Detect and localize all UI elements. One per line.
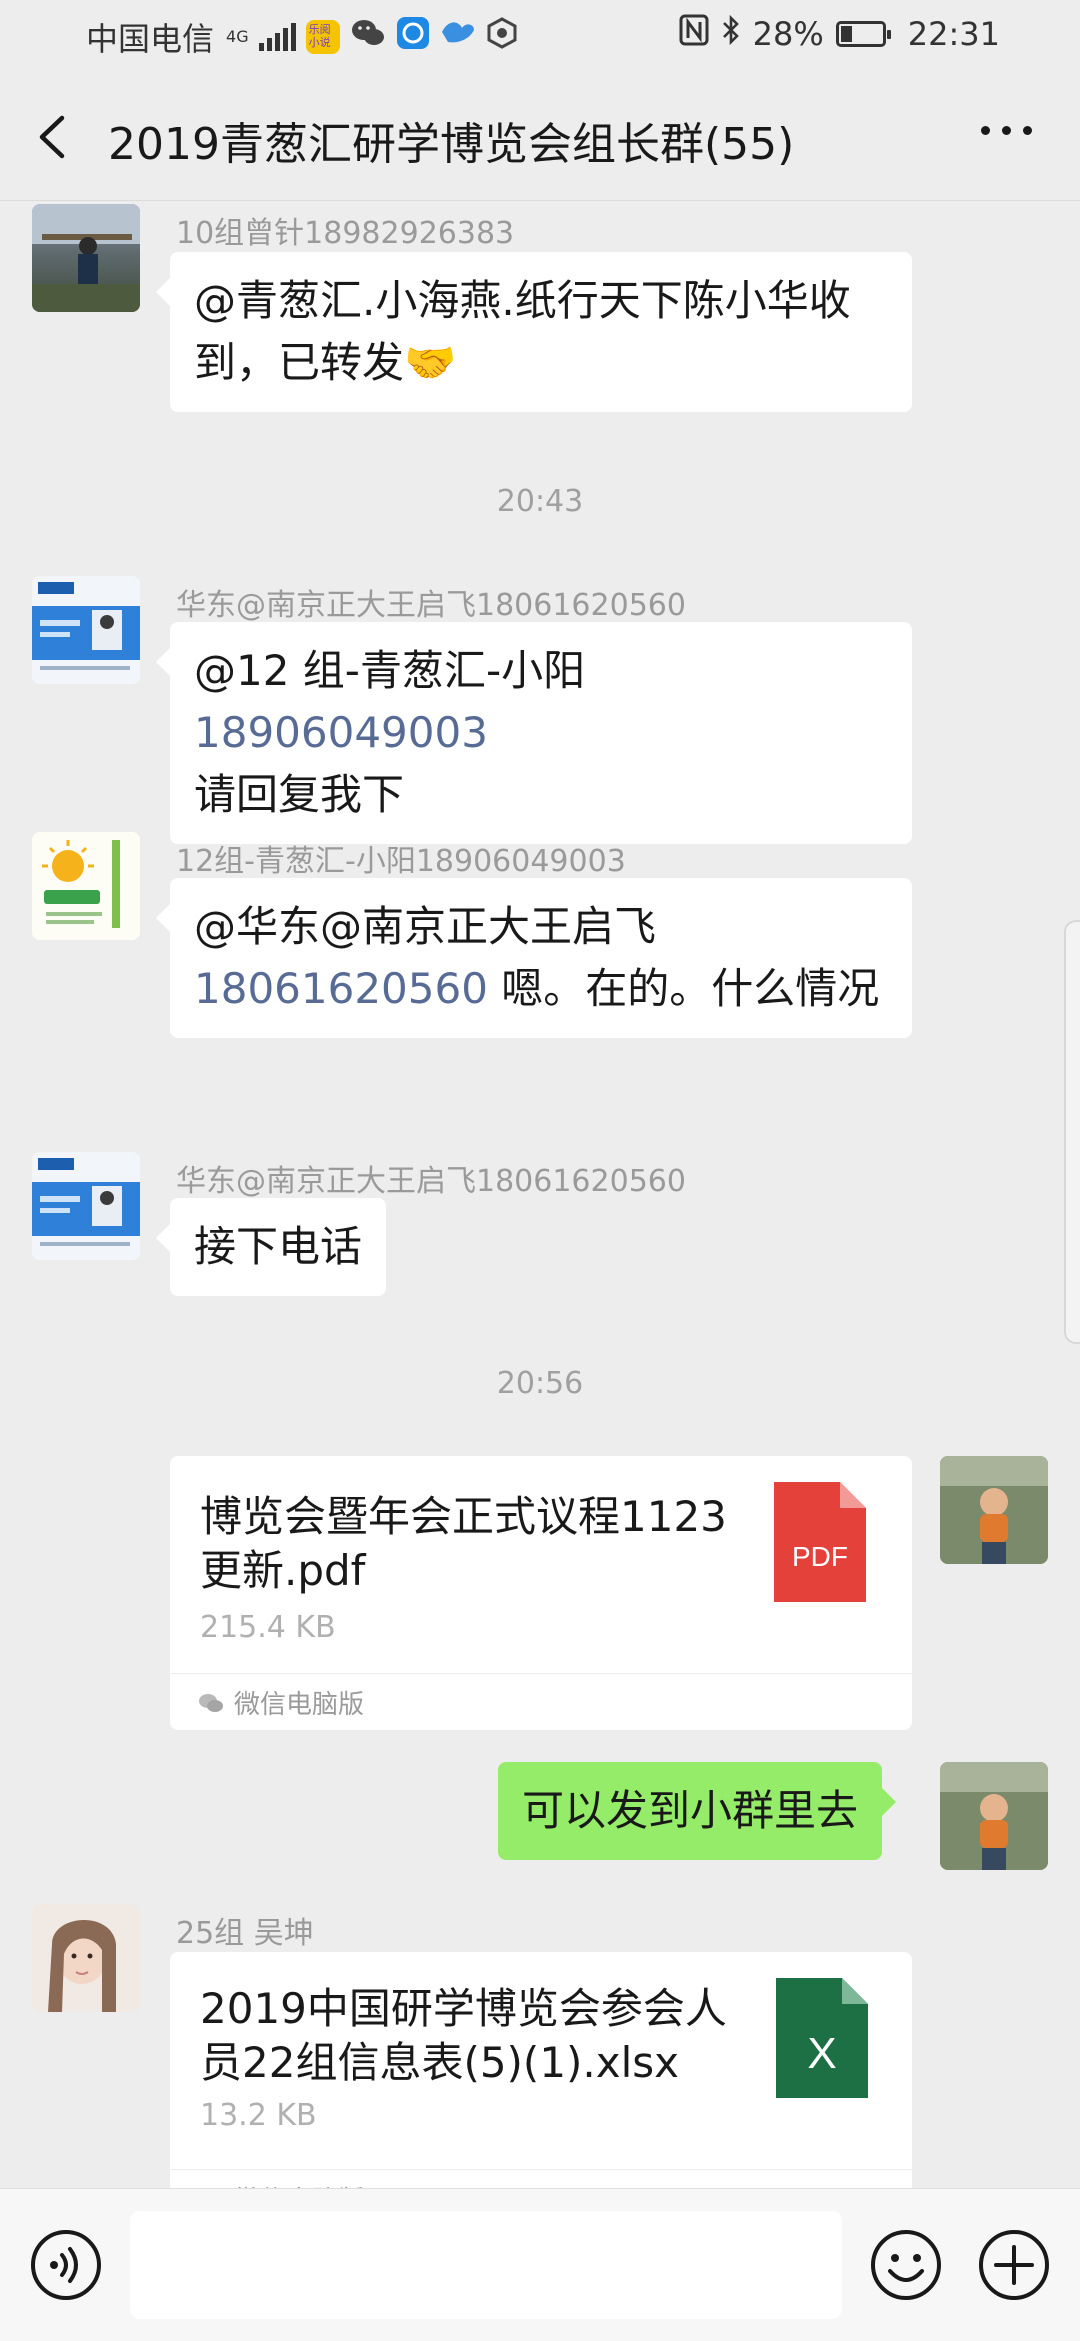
smiley-icon <box>871 2230 941 2300</box>
wechat-notification-icon <box>350 18 386 56</box>
carrier-label: 中国电信 <box>86 20 215 58</box>
message-text: 请回复我下 <box>194 770 405 819</box>
file-source: 微信电脑版 <box>170 2169 912 2188</box>
voice-icon <box>31 2230 101 2300</box>
phone-link[interactable]: 18906049003 <box>194 708 488 757</box>
sender-name: 华东@南京正大王启飞18061620560 <box>176 1164 686 1199</box>
svg-text:PDF: PDF <box>792 1541 848 1572</box>
file-message-card[interactable]: 2019中国研学博览会参会人员22组信息表(5)(1).xlsx 13.2 KB… <box>170 1952 912 2188</box>
message-text: 接下电话 <box>194 1222 363 1271</box>
message-text: @青葱汇.小海燕.纸行天下陈小华收到，已转发🤝 <box>194 276 851 387</box>
mention-text: @12 组-青葱汇-小阳 <box>194 646 586 695</box>
file-name: 博览会暨年会正式议程1123更新.pdf <box>200 1492 727 1595</box>
battery-icon <box>835 21 891 47</box>
file-name: 2019中国研学博览会参会人员22组信息表(5)(1).xlsx <box>200 1984 727 2087</box>
battery-percent: 28% <box>752 15 824 53</box>
avatar[interactable] <box>32 832 140 940</box>
phone-link[interactable]: 18061620560 <box>194 964 488 1013</box>
app-notification-icon <box>396 16 430 58</box>
back-button[interactable] <box>30 112 80 162</box>
message-text: 可以发到小群里去 <box>522 1786 859 1835</box>
chat-header: 2019青葱汇研学博览会组长群(55) <box>0 76 1080 201</box>
plus-icon <box>979 2230 1049 2300</box>
avatar[interactable] <box>32 1152 140 1260</box>
sender-name: 12组-青葱汇-小阳18906049003 <box>176 844 626 879</box>
message-bubble[interactable]: @青葱汇.小海燕.纸行天下陈小华收到，已转发🤝 <box>156 252 912 412</box>
file-size: 215.4 KB <box>200 1610 336 1645</box>
own-message-bubble[interactable]: 可以发到小群里去 <box>498 1762 897 1860</box>
avatar[interactable] <box>32 576 140 684</box>
chevron-left-icon <box>39 115 65 159</box>
network-type: 4G <box>226 27 249 46</box>
avatar[interactable] <box>32 1904 140 2012</box>
message-list[interactable]: 10组曾针18982926383 @青葱汇.小海燕.纸行天下陈小华收到，已转发🤝… <box>0 200 1080 2188</box>
file-source-label: 微信电脑版 <box>234 1689 365 1720</box>
chat-title: 2019青葱汇研学博览会组长群(55) <box>108 119 795 170</box>
more-options-button[interactable] <box>981 126 1032 135</box>
pdf-file-icon: PDF <box>774 1482 866 1602</box>
self-avatar[interactable] <box>940 1762 1048 1870</box>
message-text: 嗯。在的。什么情况 <box>487 964 880 1013</box>
avatar[interactable] <box>32 204 140 312</box>
more-functions-button[interactable] <box>978 2229 1050 2301</box>
svg-text:X: X <box>807 2029 836 2078</box>
shield-notification-icon <box>486 17 518 57</box>
clock: 22:31 <box>907 15 1000 53</box>
sender-name: 25组 吴坤 <box>176 1916 314 1951</box>
status-bar: 中国电信 4G 乐阅小说 28% 22:31 <box>0 0 1080 76</box>
novel-app-icon: 乐阅小说 <box>305 20 340 54</box>
bird-notification-icon <box>440 18 476 56</box>
message-bubble[interactable]: @12 组-青葱汇-小阳 18906049003 请回复我下 <box>156 622 912 844</box>
file-size: 13.2 KB <box>200 2098 317 2133</box>
timestamp: 20:43 <box>496 484 584 519</box>
message-bubble[interactable]: @华东@南京正大王启飞 18061620560 嗯。在的。什么情况 <box>156 878 912 1038</box>
excel-file-icon: X <box>776 1978 868 2098</box>
scroll-handle[interactable] <box>1064 920 1080 1344</box>
wechat-icon <box>198 1691 224 1713</box>
voice-input-button[interactable] <box>30 2229 102 2301</box>
timestamp: 20:56 <box>496 1366 584 1401</box>
signal-icon <box>258 23 296 51</box>
mention-text: @华东@南京正大王启飞 <box>194 902 657 951</box>
nfc-icon <box>679 14 709 54</box>
emoji-button[interactable] <box>870 2229 942 2301</box>
sender-name: 华东@南京正大王启飞18061620560 <box>176 588 686 623</box>
message-input[interactable] <box>130 2211 842 2319</box>
self-avatar[interactable] <box>940 1456 1048 1564</box>
message-bubble[interactable]: 接下电话 <box>155 1198 387 1296</box>
sender-name: 10组曾针18982926383 <box>176 216 515 251</box>
file-source-label: 微信电脑版 <box>234 2180 364 2189</box>
file-message-card[interactable]: 博览会暨年会正式议程1123更新.pdf 215.4 KB PDF 微信电脑版 <box>170 1456 912 1730</box>
bluetooth-icon <box>721 14 741 54</box>
file-source: 微信电脑版 <box>170 1673 912 1730</box>
input-bar <box>0 2188 1080 2341</box>
